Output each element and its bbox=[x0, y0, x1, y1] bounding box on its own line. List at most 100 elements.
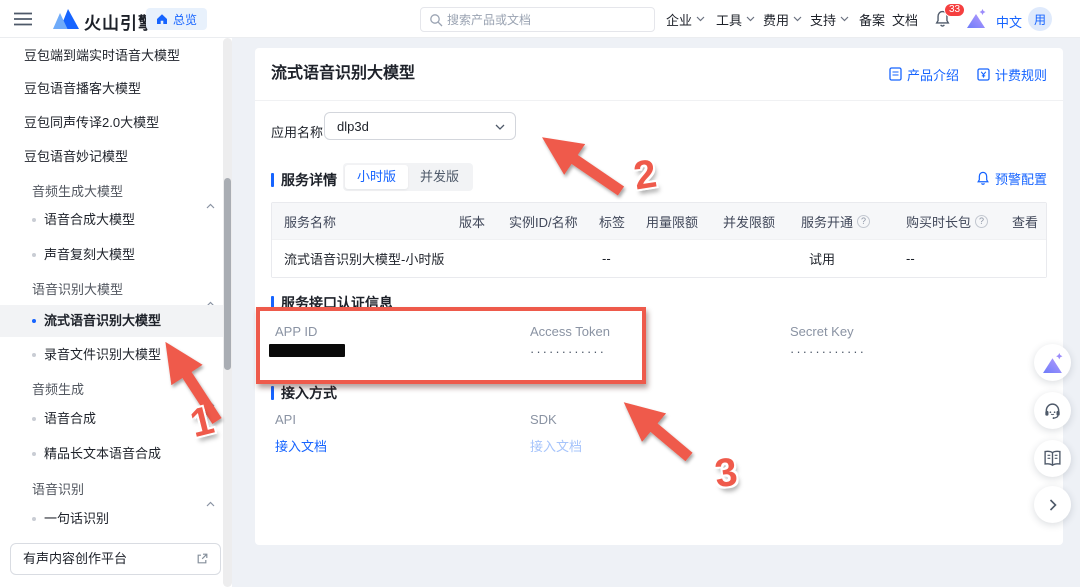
sidebar-item[interactable]: 豆包同声传译2.0大模型 bbox=[0, 107, 231, 139]
chevron-down-icon bbox=[793, 16, 802, 22]
sidebar-item[interactable]: 语音合成 bbox=[0, 403, 231, 435]
app-name-label: 应用名称 bbox=[271, 125, 324, 140]
secret-key-label: Secret Key bbox=[790, 324, 854, 339]
bullet-icon bbox=[32, 218, 36, 222]
col-view: 查看 bbox=[1012, 214, 1039, 230]
ai-assistant-fab[interactable] bbox=[1034, 344, 1071, 381]
api-label: API bbox=[275, 412, 296, 427]
service-table: 服务名称 版本 实例ID/名称 标签 用量限额 并发限额 服务开通 ? 购买时长… bbox=[271, 202, 1047, 278]
table-row: 流式语音识别大模型-小时版 -- 试用 -- bbox=[272, 239, 1046, 277]
tab-concurrent[interactable]: 并发版 bbox=[408, 165, 471, 189]
sidebar-item[interactable]: 一句话识别 bbox=[0, 503, 231, 535]
col-instance: 实例ID/名称 bbox=[509, 214, 578, 230]
sidebar-item[interactable]: 豆包语音妙记模型 bbox=[0, 141, 231, 173]
trial-link[interactable]: 试用 bbox=[809, 240, 835, 277]
nav-docs[interactable]: 文档 bbox=[892, 0, 918, 38]
nav-billing[interactable]: 费用 bbox=[763, 0, 802, 38]
col-tag: 标签 bbox=[599, 214, 626, 230]
support-fab[interactable] bbox=[1034, 392, 1071, 429]
nav-icp[interactable]: 备案 bbox=[859, 0, 885, 38]
sdk-doc-link[interactable]: 接入文档 bbox=[530, 436, 582, 455]
document-icon bbox=[889, 67, 902, 81]
sidebar-group-asr[interactable]: 语音识别 bbox=[0, 474, 231, 507]
alert-config-link[interactable]: 预警配置 bbox=[976, 169, 1047, 188]
billing-rules-link[interactable]: 计费规则 bbox=[977, 65, 1047, 84]
col-concurrency: 并发限额 bbox=[723, 214, 776, 230]
bullet-icon bbox=[32, 517, 36, 521]
overview-label: 总览 bbox=[173, 12, 198, 27]
docs-fab[interactable] bbox=[1034, 440, 1071, 477]
cell-service-name: 流式语音识别大模型-小时版 bbox=[284, 252, 445, 267]
ai-assistant-icon[interactable] bbox=[966, 9, 987, 33]
nav-support[interactable]: 支持 bbox=[810, 0, 849, 38]
sidebar-scrollbar-track bbox=[223, 38, 232, 587]
volcano-engine-console: 火山引擎 总览 企业 工具 费用 支持 备案 文档 bbox=[0, 0, 1080, 587]
cell-package: -- bbox=[906, 251, 915, 266]
chevron-right-icon bbox=[1049, 498, 1057, 511]
cell-tag: -- bbox=[602, 251, 611, 266]
sidebar-item[interactable]: 豆包语音播客大模型 bbox=[0, 73, 231, 105]
bell-icon bbox=[977, 171, 989, 185]
access-method-header: 接入方式 bbox=[271, 383, 337, 403]
search-input[interactable] bbox=[447, 9, 647, 30]
col-service-open: 服务开通 ? bbox=[801, 203, 871, 239]
language-switch[interactable]: 中文 bbox=[996, 12, 1022, 31]
chevron-down-icon bbox=[696, 16, 705, 22]
sidebar-group-audio-gen[interactable]: 音频生成 bbox=[0, 374, 231, 407]
book-icon bbox=[1044, 450, 1061, 467]
hamburger-menu-icon[interactable] bbox=[14, 12, 32, 31]
bullet-icon bbox=[32, 452, 36, 456]
sidebar-item[interactable]: 录音文件识别大模型 bbox=[0, 339, 231, 371]
version-tabs: 小时版 并发版 bbox=[343, 163, 474, 191]
chevron-down-icon bbox=[746, 16, 755, 22]
nav-tools[interactable]: 工具 bbox=[716, 0, 755, 38]
highlight-rectangle bbox=[256, 307, 646, 384]
sidebar-item[interactable]: 精品长文本语音合成 bbox=[0, 438, 231, 470]
bullet-icon bbox=[32, 417, 36, 421]
secret-key-value: ············ bbox=[790, 344, 866, 359]
sidebar-group-asr-lm[interactable]: 语音识别大模型 bbox=[0, 274, 231, 307]
help-icon[interactable]: ? bbox=[857, 214, 871, 228]
bullet-icon bbox=[32, 319, 36, 323]
help-icon[interactable]: ? bbox=[975, 214, 989, 228]
search-icon bbox=[430, 14, 443, 27]
tab-hourly[interactable]: 小时版 bbox=[345, 165, 409, 189]
chevron-down-icon bbox=[495, 124, 505, 130]
bullet-icon bbox=[32, 353, 36, 357]
overview-button[interactable]: 总览 bbox=[146, 8, 208, 30]
service-detail-header: 服务详情 bbox=[271, 170, 337, 190]
billing-icon bbox=[977, 67, 990, 81]
bullet-icon bbox=[32, 253, 36, 257]
collapse-fab[interactable] bbox=[1034, 486, 1071, 523]
sidebar-item-streaming-asr-selected[interactable]: 流式语音识别大模型 bbox=[0, 305, 231, 337]
notification-badge: 33 bbox=[944, 3, 966, 17]
col-version: 版本 bbox=[459, 214, 486, 230]
external-link-icon bbox=[197, 553, 208, 564]
volcano-logo-icon[interactable] bbox=[52, 9, 79, 34]
divider bbox=[255, 100, 1063, 101]
table-header-row: 服务名称 版本 实例ID/名称 标签 用量限额 并发限额 服务开通 ? 购买时长… bbox=[272, 203, 1046, 239]
col-time-package: 购买时长包 ? bbox=[906, 203, 989, 239]
sidebar-item[interactable]: 语音合成大模型 bbox=[0, 204, 231, 236]
chevron-down-icon bbox=[840, 16, 849, 22]
nav-enterprise[interactable]: 企业 bbox=[666, 0, 705, 38]
section-bar bbox=[271, 386, 274, 400]
main-panel: 流式语音识别大模型 产品介绍 计费规则 应用名称 dlp3d 服务详情 小时版 … bbox=[255, 48, 1063, 545]
top-header: 火山引擎 总览 企业 工具 费用 支持 备案 文档 bbox=[0, 0, 1080, 38]
col-usage-limit: 用量限额 bbox=[646, 214, 699, 230]
search-box[interactable] bbox=[420, 7, 655, 32]
page-title: 流式语音识别大模型 bbox=[271, 65, 416, 82]
product-intro-link[interactable]: 产品介绍 bbox=[889, 65, 959, 84]
user-avatar[interactable]: 用 bbox=[1028, 7, 1052, 31]
home-icon bbox=[157, 14, 167, 24]
headset-icon bbox=[1045, 403, 1060, 420]
app-name-select[interactable]: dlp3d bbox=[324, 112, 516, 140]
api-doc-link[interactable]: 接入文档 bbox=[275, 436, 327, 455]
app-name-value: dlp3d bbox=[337, 119, 369, 134]
sidebar-scrollbar-thumb[interactable] bbox=[224, 178, 231, 370]
ai-mountain-icon bbox=[1042, 352, 1062, 373]
sdk-label: SDK bbox=[530, 412, 557, 427]
sidebar-item[interactable]: 豆包端到端实时语音大模型 bbox=[0, 40, 231, 72]
audio-content-platform-link[interactable]: 有声内容创作平台 bbox=[10, 543, 221, 575]
sidebar-item[interactable]: 声音复刻大模型 bbox=[0, 239, 231, 271]
